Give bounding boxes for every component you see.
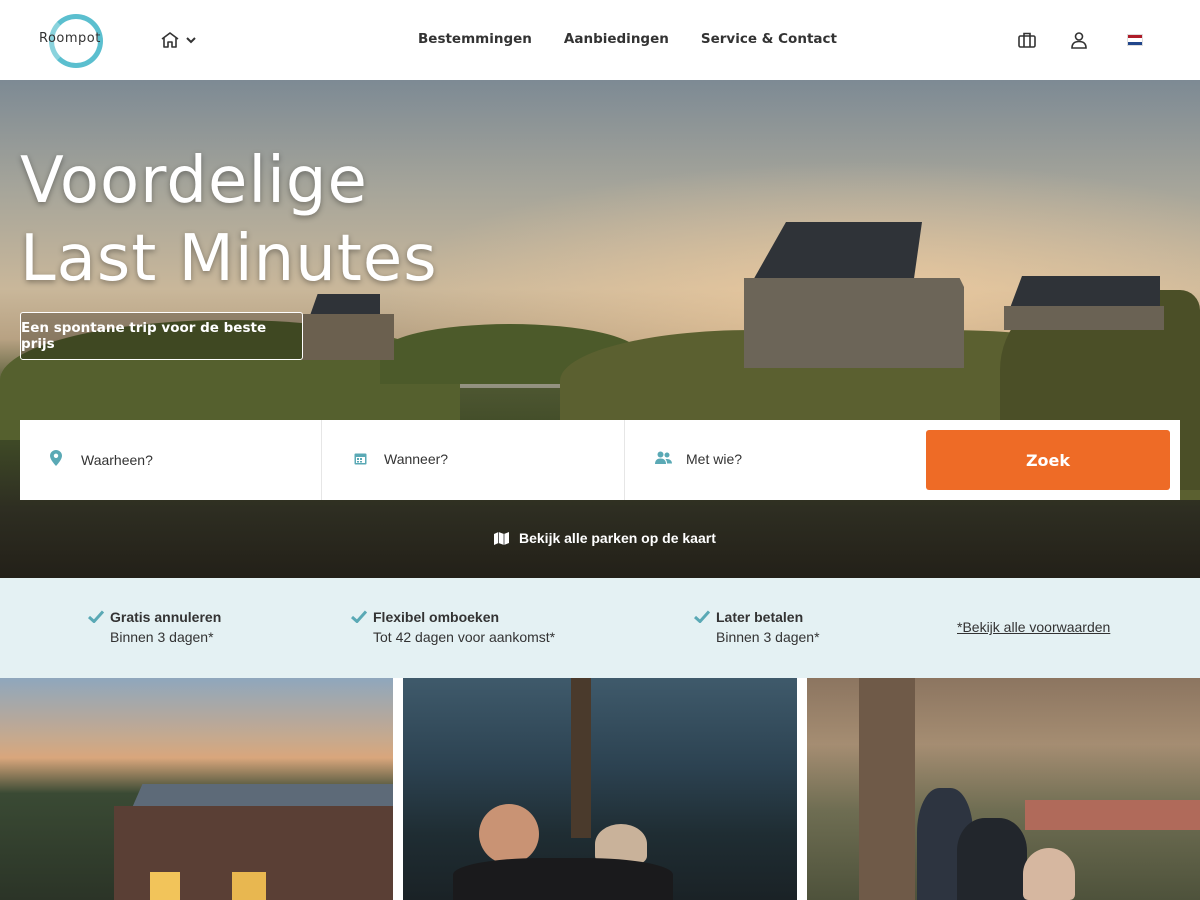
view-map-label: Bekijk alle parken op de kaart	[519, 530, 716, 546]
flag-nl-icon	[1127, 34, 1143, 46]
card-window	[232, 872, 266, 900]
roompot-logo[interactable]: Roompot	[38, 12, 110, 68]
user-icon	[1071, 32, 1087, 49]
usp-free-cancel: Gratis annuleren Binnen 3 dagen*	[88, 608, 222, 648]
hero-cabin	[1004, 306, 1164, 330]
usp-title: Gratis annuleren	[110, 609, 222, 625]
people-icon	[655, 451, 672, 464]
hero-subtitle: Een spontane trip voor de beste prijs	[20, 312, 303, 360]
site-header: Roompot Bestemmingen Aanbiedingen Servic…	[0, 0, 1200, 80]
hero-title: Voordelige Last Minutes	[20, 142, 438, 298]
nav-bestemmingen[interactable]: Bestemmingen	[418, 31, 532, 47]
nav-aanbiedingen[interactable]: Aanbiedingen	[564, 31, 669, 47]
hero-cabin-roof	[1010, 276, 1160, 308]
suitcase-icon	[1018, 32, 1036, 48]
chevron-down-icon	[186, 37, 196, 44]
usp-title: Later betalen	[716, 609, 804, 625]
card-child	[1023, 848, 1075, 900]
destination-placeholder: Waarheen?	[81, 452, 153, 468]
date-field[interactable]: Wanneer?	[322, 420, 625, 500]
account-button[interactable]	[1067, 28, 1091, 52]
conditions-link[interactable]: *Bekijk alle voorwaarden	[957, 619, 1110, 635]
nav-service-contact[interactable]: Service & Contact	[701, 31, 837, 47]
location-pin-icon	[50, 450, 62, 466]
hero-title-line2: Last Minutes	[20, 222, 438, 296]
language-selector[interactable]	[1123, 28, 1147, 52]
hero-banner: Voordelige Last Minutes Een spontane tri…	[0, 80, 1200, 578]
card-building-roof	[1025, 800, 1200, 830]
card-window	[150, 872, 180, 900]
usp-bar: Gratis annuleren Binnen 3 dagen* Flexibe…	[0, 578, 1200, 678]
card-tree-trunk	[859, 678, 915, 900]
card-tree-trunk	[571, 678, 591, 838]
usp-flexible-rebook: Flexibel omboeken Tot 42 dagen voor aank…	[351, 608, 556, 648]
card-jackets	[453, 858, 673, 900]
usp-detail: Binnen 3 dagen*	[110, 629, 214, 645]
home-menu-button[interactable]	[160, 28, 202, 52]
usp-title: Flexibel omboeken	[373, 609, 500, 625]
card-house-roof	[132, 784, 393, 808]
logo-text: Roompot	[39, 31, 101, 46]
view-map-link[interactable]: Bekijk alle parken op de kaart	[494, 530, 716, 546]
calendar-icon	[354, 453, 367, 465]
map-icon	[494, 531, 509, 545]
search-button[interactable]: Zoek	[926, 430, 1170, 490]
card-person	[479, 804, 539, 864]
usp-detail: Binnen 3 dagen*	[716, 629, 820, 645]
check-icon	[88, 610, 104, 623]
destination-field[interactable]: Waarheen?	[20, 420, 322, 500]
home-icon	[161, 32, 179, 48]
my-bookings-button[interactable]	[1015, 28, 1039, 52]
hero-cabin	[744, 278, 964, 368]
hero-cabin	[302, 314, 394, 360]
search-bar: Waarheen? Wanneer? Met wie? Zoek	[20, 420, 1180, 500]
guests-field[interactable]: Met wie?	[625, 420, 927, 500]
guests-placeholder: Met wie?	[686, 451, 743, 467]
main-nav: Bestemmingen Aanbiedingen Service & Cont…	[418, 31, 837, 47]
usp-pay-later: Later betalen Binnen 3 dagen*	[694, 608, 820, 648]
promo-card-1[interactable]	[0, 678, 393, 900]
date-placeholder: Wanneer?	[384, 451, 449, 467]
hero-title-line1: Voordelige	[20, 144, 368, 218]
promo-card-2[interactable]	[403, 678, 797, 900]
promo-card-3[interactable]	[807, 678, 1200, 900]
usp-detail: Tot 42 dagen voor aankomst*	[373, 629, 556, 645]
card-person	[957, 818, 1027, 900]
check-icon	[694, 610, 710, 623]
check-icon	[351, 610, 367, 623]
